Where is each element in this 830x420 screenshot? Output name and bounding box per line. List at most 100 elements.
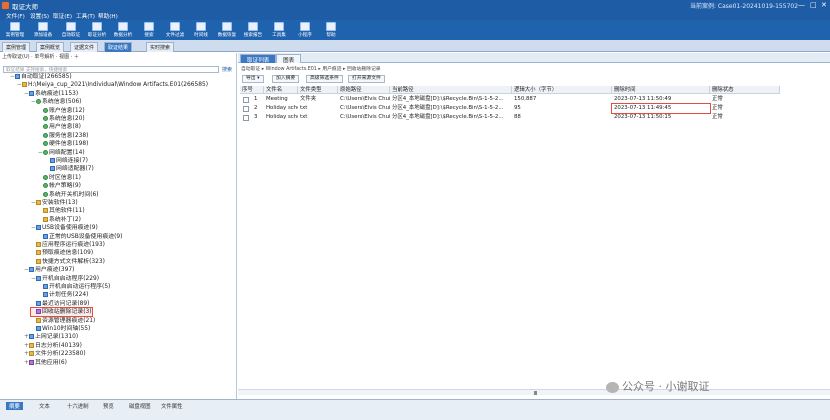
tab-evidence-files[interactable]: 证据文件 <box>70 42 99 52</box>
tree-node-label: 最近访问记录(89) <box>42 300 90 307</box>
tab-disk-view[interactable]: 磁盘视图 <box>126 402 154 410</box>
tab-file-properties[interactable]: 文件属性 <box>158 402 186 410</box>
column-header[interactable]: 删除状态 <box>710 86 780 94</box>
tree-node-icon <box>36 309 41 315</box>
horizontal-scrollbar[interactable] <box>238 389 830 395</box>
menu-file[interactable]: 文件(F) <box>6 12 25 20</box>
auto-forensics-button[interactable]: 自动取证 <box>58 21 84 40</box>
tree-search-button[interactable]: 搜索 <box>222 66 232 73</box>
tree-node[interactable]: 回收站删除记录(3) <box>30 307 93 318</box>
tree-node[interactable]: − H:\Meiya_cup_2021\Individual\Window Art… <box>17 81 208 89</box>
tree-node[interactable]: 用户信息(8) <box>38 123 81 131</box>
tree-node[interactable]: 快捷方式文件解析(323) <box>31 258 105 266</box>
help-button[interactable]: 帮助 <box>318 21 344 40</box>
tree-node[interactable]: 时区信息(1) <box>38 174 81 182</box>
column-header[interactable]: 当前路径 <box>390 86 512 94</box>
tree-node[interactable]: 系统开关机时间(6) <box>38 191 99 199</box>
search-button[interactable]: 搜索 <box>136 21 162 40</box>
export-button[interactable]: 导出 ▾ <box>242 75 264 83</box>
tree-node[interactable]: − USB设备使用痕迹(9) <box>31 224 98 232</box>
tree-node[interactable]: 系统补丁(2) <box>38 216 81 224</box>
tab-preview[interactable]: 预览 <box>100 402 117 410</box>
tree-node[interactable]: − 用户痕迹(397) <box>24 266 74 274</box>
tree-node[interactable]: − 安装软件(13) <box>31 199 78 207</box>
tab-text[interactable]: 文本 <box>36 402 53 410</box>
tree-node[interactable]: 网络连接(7) <box>45 157 88 165</box>
tree-node[interactable]: + 文件分析(223580) <box>24 350 86 358</box>
tree-node[interactable]: + 上网记录(1310) <box>24 333 78 341</box>
tab-summary[interactable]: 摘要 <box>6 402 23 410</box>
tree-node[interactable]: − 自动取证(266585) <box>10 73 72 81</box>
tree-node[interactable]: 应用程序运行痕迹(193) <box>31 241 105 249</box>
mini-program-button[interactable]: 小程序 <box>292 21 318 40</box>
tree-node-icon <box>36 326 41 331</box>
tree-node-icon <box>43 284 48 289</box>
menu-help[interactable]: 帮助(H) <box>98 12 118 20</box>
tab-case-overview[interactable]: 案例概览 <box>36 42 65 52</box>
table-cell: 2023-07-13 11:50:15 <box>614 114 672 120</box>
tree-node[interactable]: − 开机自启动程序(229) <box>31 275 99 283</box>
menu-forensics[interactable]: 取证(E) <box>53 12 72 20</box>
column-header[interactable]: 删除时间 <box>612 86 710 94</box>
tree-node[interactable]: − 系统痕迹(1153) <box>24 90 78 98</box>
tree-node-label: 预取痕迹信息(109) <box>42 250 94 257</box>
tab-forensic-results[interactable]: 取证结果 <box>104 42 133 52</box>
tree-node[interactable]: Win10时间轴(55) <box>31 325 90 333</box>
tree-node[interactable]: 网络适配器(7) <box>45 165 94 173</box>
table-cell: Holiday schedule on... <box>266 114 298 120</box>
column-header[interactable]: 文件名 <box>264 86 298 94</box>
tree-node[interactable]: 系统信息(20) <box>38 115 85 123</box>
row-checkbox[interactable] <box>243 114 249 121</box>
menu-tools[interactable]: 工具(T) <box>76 12 95 20</box>
result-view-tabs: 取证列表 图表 <box>238 53 830 64</box>
data-recovery-button[interactable]: 数据恢复 <box>214 21 240 40</box>
tree-node[interactable]: + 日志分析(40139) <box>24 342 82 350</box>
tree-node-icon <box>29 342 34 348</box>
menu-settings[interactable]: 设置(S) <box>30 12 49 20</box>
maximize-button[interactable]: □ <box>810 1 817 9</box>
column-header[interactable]: 序号 <box>240 86 264 94</box>
tree-node[interactable]: 最近访问记录(89) <box>31 300 89 308</box>
search-report-button[interactable]: 搜索报告 <box>240 21 266 40</box>
tree-node[interactable]: 计划任务(224) <box>38 291 88 299</box>
forensic-analysis-button[interactable]: 取证分析 <box>84 21 110 40</box>
row-checkbox[interactable] <box>243 96 249 103</box>
open-source-file-button[interactable]: 打开来源文件 <box>348 75 385 83</box>
tab-chart[interactable]: 图表 <box>276 54 302 64</box>
scroll-thumb[interactable] <box>534 391 537 395</box>
minimize-button[interactable]: — <box>798 1 805 9</box>
tree-search-input[interactable]: 取证结果 支持搜索，快捷搜索 <box>3 66 219 73</box>
tree-node[interactable]: 预取痕迹信息(109) <box>31 249 93 257</box>
tree-node[interactable]: 硬件信息(198) <box>38 140 88 148</box>
tree-node[interactable]: − 网络配置(14) <box>38 149 85 157</box>
file-filter-button[interactable]: 文件过滤 <box>162 21 188 40</box>
case-manage-button[interactable]: 案例管理 <box>2 21 28 40</box>
column-header[interactable]: 文件类型 <box>298 86 338 94</box>
table-cell: 2023-07-13 11:49:45 <box>611 103 711 114</box>
tree-node[interactable]: 账户信息(12) <box>38 107 85 115</box>
row-checkbox[interactable] <box>243 105 249 112</box>
tree-node[interactable]: 正常的USB设备使用痕迹(9) <box>38 233 122 241</box>
tree-node[interactable]: − 系统信息(506) <box>31 98 81 106</box>
add-device-button[interactable]: 添加设备 <box>30 21 56 40</box>
advanced-filter-button[interactable]: 高级筛选条件 <box>306 75 343 83</box>
column-header[interactable]: 逻辑大小（字节） <box>512 86 612 94</box>
tree-node[interactable]: 资源管理器痕迹(21) <box>31 317 95 325</box>
toolset-button[interactable]: 工具集 <box>266 21 292 40</box>
column-header[interactable]: 原始路径 <box>338 86 390 94</box>
tree-node-icon <box>36 250 41 256</box>
tree-node[interactable]: + 其他应用(6) <box>24 359 67 367</box>
tab-hex[interactable]: 十六进制 <box>64 402 92 410</box>
tab-live-search[interactable]: 实时搜索 <box>146 42 175 52</box>
close-button[interactable]: ✕ <box>821 1 827 9</box>
tree-node[interactable]: 帐户策略(9) <box>38 182 81 190</box>
tab-result-list[interactable]: 取证列表 <box>240 54 277 64</box>
tree-node-icon <box>29 267 34 273</box>
data-analysis-button[interactable]: 数据分析 <box>110 21 136 40</box>
tab-case-manage[interactable]: 案例管理 <box>2 42 31 52</box>
tree-node[interactable]: 开机自启动运行程序(5) <box>38 283 110 291</box>
tree-node[interactable]: 服务信息(238) <box>38 132 88 140</box>
tree-node[interactable]: 其他软件(11) <box>38 207 85 215</box>
add-summary-button[interactable]: 加入摘要 <box>272 75 300 83</box>
timeline-button[interactable]: 时间线 <box>188 21 214 40</box>
